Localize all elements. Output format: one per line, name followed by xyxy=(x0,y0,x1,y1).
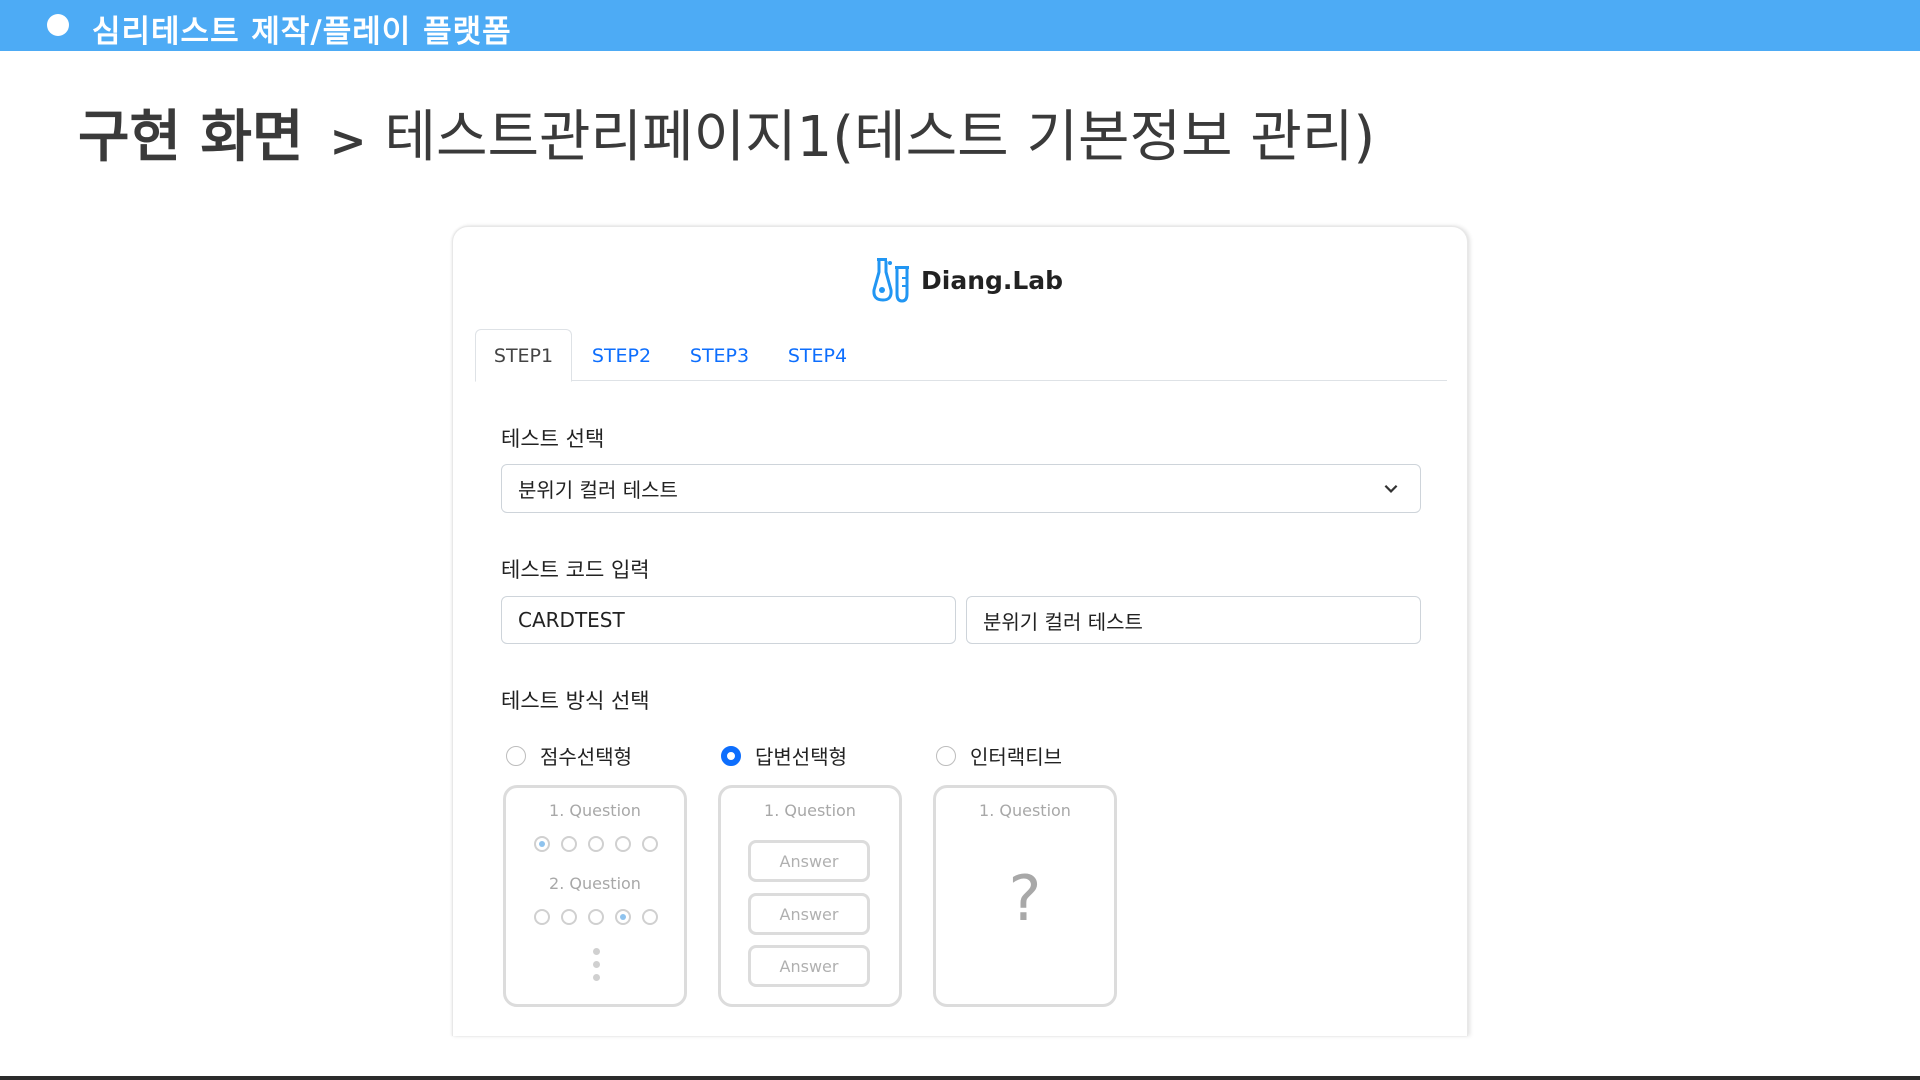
score-circle xyxy=(588,836,604,852)
bullet-icon xyxy=(47,14,69,36)
heading-main: 구현 화면 xyxy=(78,105,304,170)
score-circle xyxy=(561,836,577,852)
tab-step4[interactable]: STEP4 xyxy=(769,329,866,382)
radio-label: 인터랙티브 xyxy=(970,745,1062,769)
test-select-value: 분위기 컬러 테스트 xyxy=(518,478,678,502)
preview-answer-box: Answer xyxy=(748,840,870,882)
tab-step3[interactable]: STEP3 xyxy=(671,329,768,382)
radio-score-type[interactable]: 점수선택형 xyxy=(506,741,632,770)
radio-button[interactable] xyxy=(936,745,956,766)
preview-question-2: 2. Question xyxy=(549,874,641,893)
question-mark-icon: ? xyxy=(1008,862,1042,935)
answer-type-preview[interactable]: 1. Question Answer Answer Answer xyxy=(718,785,902,1007)
test-name-input[interactable]: 분위기 컬러 테스트 xyxy=(966,596,1421,644)
chevron-down-icon xyxy=(1384,484,1398,493)
score-circle xyxy=(642,909,658,925)
score-scale-row xyxy=(534,909,658,925)
page-heading: 구현 화면 > 테스트관리페이지1(테스트 기본정보 관리) xyxy=(78,92,1375,173)
preview-answer-box: Answer xyxy=(748,945,870,987)
logo-text: Diang.Lab xyxy=(921,265,1064,295)
tab-step2[interactable]: STEP2 xyxy=(573,329,670,382)
score-circle xyxy=(534,909,550,925)
test-code-input[interactable]: CARDTEST xyxy=(501,596,956,644)
radio-label: 점수선택형 xyxy=(540,745,632,769)
flask-logo-icon xyxy=(872,258,909,303)
heading-arrow: > xyxy=(329,116,367,167)
header-bar: 심리테스트 제작/플레이 플랫폼 xyxy=(0,0,1920,51)
test-select-dropdown[interactable]: 분위기 컬러 테스트 xyxy=(501,464,1421,513)
radio-button[interactable] xyxy=(721,745,741,766)
test-type-label: 테스트 방식 선택 xyxy=(501,689,650,713)
score-circle xyxy=(561,909,577,925)
preview-question-1: 1. Question xyxy=(549,801,641,820)
heading-sub: 테스트관리페이지1(테스트 기본정보 관리) xyxy=(384,105,1376,170)
preview-question-1: 1. Question xyxy=(979,801,1071,820)
radio-interactive-type[interactable]: 인터랙티브 xyxy=(936,741,1062,770)
tab-step1[interactable]: STEP1 xyxy=(475,329,572,382)
radio-label: 답변선택형 xyxy=(755,745,847,769)
preview-question-1: 1. Question xyxy=(764,801,856,820)
more-dots-icon xyxy=(593,948,600,987)
score-circle xyxy=(588,909,604,925)
test-select-label: 테스트 선택 xyxy=(501,427,605,451)
step-tabs: STEP1 STEP2 STEP3 STEP4 xyxy=(475,329,1447,382)
app-card: Diang.Lab STEP1 STEP2 STEP3 STEP4 테스트 선택… xyxy=(452,226,1468,1036)
score-type-preview[interactable]: 1. Question 2. Question xyxy=(503,785,687,1007)
test-code-label: 테스트 코드 입력 xyxy=(501,558,650,582)
score-circle xyxy=(534,836,550,852)
logo: Diang.Lab xyxy=(871,256,1063,304)
header-title: 심리테스트 제작/플레이 플랫폼 xyxy=(92,14,512,50)
score-circle xyxy=(615,909,631,925)
radio-answer-type[interactable]: 답변선택형 xyxy=(721,741,847,770)
radio-button[interactable] xyxy=(506,745,526,766)
interactive-type-preview[interactable]: 1. Question ? xyxy=(933,785,1117,1007)
score-scale-row xyxy=(534,836,658,852)
preview-answer-box: Answer xyxy=(748,893,870,935)
bottom-divider xyxy=(0,1076,1920,1080)
score-circle xyxy=(615,836,631,852)
test-code-value: CARDTEST xyxy=(518,608,625,632)
test-name-value: 분위기 컬러 테스트 xyxy=(983,609,1143,634)
score-circle xyxy=(642,836,658,852)
